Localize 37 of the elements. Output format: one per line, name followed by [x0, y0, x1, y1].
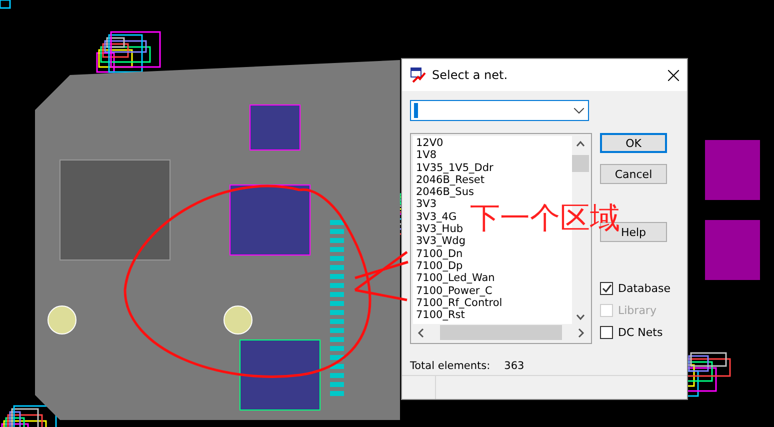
net-item[interactable]: 3V3_Wdg [416, 235, 466, 248]
chevron-left-icon [417, 328, 425, 338]
net-item[interactable]: 7100_Dp [416, 260, 463, 272]
checkbox-option[interactable]: DC Nets [600, 326, 670, 339]
net-item[interactable]: 2046B_Sus [416, 186, 474, 198]
app-icon [410, 67, 426, 83]
close-icon[interactable] [668, 70, 679, 80]
dialog-button[interactable]: Cancel [600, 164, 667, 184]
option-label: DC Nets [618, 326, 663, 339]
net-item[interactable]: 12V0 [416, 137, 444, 150]
net-item[interactable]: 3V3_Hub [416, 223, 464, 236]
chevron-right-icon [577, 328, 585, 338]
check-icon [602, 284, 612, 293]
window-title: Select a net. [432, 68, 509, 82]
horizontal-scrollbar[interactable] [413, 324, 589, 341]
total-value: 363 [504, 360, 524, 372]
dialog-button[interactable]: OK [600, 133, 667, 153]
chevron-down-icon [574, 108, 584, 114]
net-combo-box[interactable] [410, 100, 589, 121]
net-item[interactable]: 7100_Power_C [416, 284, 492, 297]
net-item[interactable]: 7100_Rst [416, 309, 465, 322]
checkbox[interactable] [600, 282, 613, 295]
net-item[interactable]: 2046B_Reset [416, 174, 485, 186]
checkbox[interactable] [600, 326, 613, 339]
option-label: Database [618, 282, 670, 295]
text-cursor [414, 103, 418, 118]
scrollbar-thumb[interactable] [440, 325, 562, 340]
checkbox-option[interactable]: Database [600, 282, 670, 295]
total-label: Total elements: [410, 360, 490, 372]
option-label: Library [618, 304, 656, 317]
scrollbar-thumb[interactable] [572, 155, 589, 172]
net-item[interactable]: 7100_Dn [416, 248, 463, 260]
net-item[interactable]: 7100_Led_Wan [416, 272, 495, 285]
net-item[interactable]: 3V3_4G [416, 210, 457, 224]
net-item[interactable]: 1V8 [416, 149, 437, 162]
net-item[interactable]: 7100_Rf_Control [416, 296, 502, 310]
net-item[interactable]: 1V35_1V5_Ddr [416, 162, 494, 174]
